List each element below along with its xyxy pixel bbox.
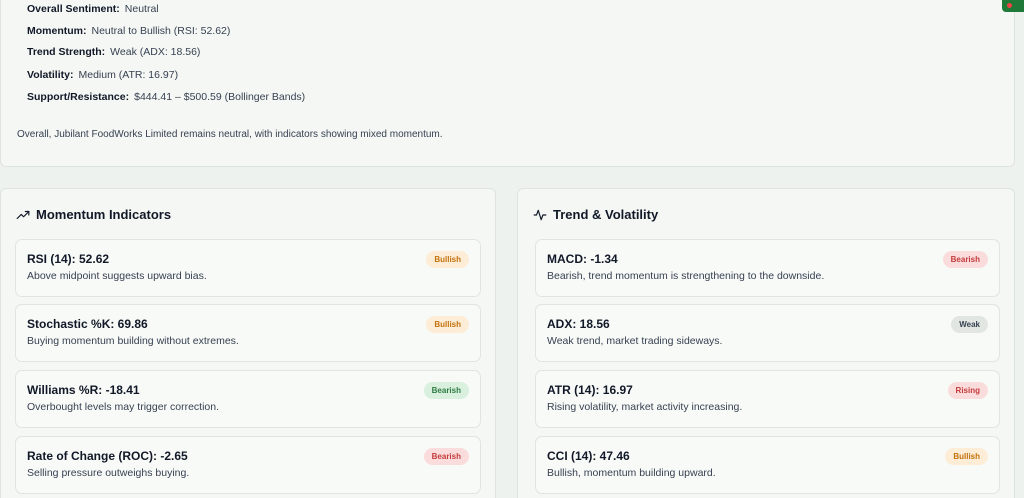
status-badge: Bearish — [423, 448, 469, 465]
overall-sentiment-label: Overall Sentiment: — [27, 3, 120, 15]
momentum-value: Neutral to Bullish (RSI: 52.62) — [91, 25, 231, 37]
trend-strength-line: Trend Strength: Weak (ADX: 18.56) — [27, 46, 200, 58]
indicator-description: Buying momentum building without extreme… — [27, 335, 239, 347]
notification-badge[interactable] — [1002, 0, 1024, 12]
volatility-line: Volatility: Medium (ATR: 16.97) — [27, 69, 178, 81]
trend-strength-label: Trend Strength: — [27, 46, 106, 58]
indicator-card-rsi: RSI (14): 52.62 Above midpoint suggests … — [15, 239, 481, 297]
indicator-name: Williams %R: -18.41 — [27, 383, 140, 397]
sentiment-summary-card: Overall Sentiment: Neutral Momentum: Neutr… — [0, 0, 1015, 167]
trending-up-icon — [16, 210, 30, 219]
indicator-name: MACD: -1.34 — [547, 252, 618, 266]
trend-volatility-panel: Trend & Volatility MACD: -1.34 Bearish, … — [517, 188, 1015, 498]
status-badge: Bearish — [942, 251, 988, 268]
trend-strength-value: Weak (ADX: 18.56) — [110, 46, 201, 58]
indicator-card-adx: ADX: 18.56 Weak trend, market trading si… — [535, 304, 1000, 362]
momentum-panel-header: Momentum Indicators — [16, 207, 171, 222]
momentum-line: Momentum: Neutral to Bullish (RSI: 52.62) — [27, 25, 230, 37]
alert-dot-icon — [1007, 3, 1012, 8]
indicator-card-stochastic: Stochastic %K: 69.86 Buying momentum bui… — [15, 304, 481, 362]
indicator-name: CCI (14): 47.46 — [547, 449, 630, 463]
indicator-name: ATR (14): 16.97 — [547, 383, 633, 397]
summary-note: Overall, Jubilant FoodWorks Limited rema… — [17, 129, 443, 140]
indicator-description: Above midpoint suggests upward bias. — [27, 270, 207, 282]
indicator-card-atr: ATR (14): 16.97 Rising volatility, marke… — [535, 370, 1000, 428]
support-resistance-value: $444.41 – $500.59 (Bollinger Bands) — [134, 91, 306, 103]
trend-panel-title: Trend & Volatility — [553, 207, 659, 222]
indicator-card-macd: MACD: -1.34 Bearish, trend momentum is s… — [535, 239, 1000, 297]
indicator-name: RSI (14): 52.62 — [27, 252, 110, 266]
status-badge: Bullish — [945, 448, 988, 465]
support-resistance-label: Support/Resistance: — [27, 91, 130, 103]
momentum-panel-title: Momentum Indicators — [36, 207, 172, 222]
indicator-name: ADX: 18.56 — [547, 317, 610, 331]
volatility-value: Medium (ATR: 16.97) — [78, 69, 179, 81]
momentum-label: Momentum: — [27, 25, 87, 37]
overall-sentiment-value: Neutral — [124, 3, 159, 15]
momentum-indicators-panel: Momentum Indicators RSI (14): 52.62 Abov… — [0, 188, 496, 498]
overall-sentiment-line: Overall Sentiment: Neutral — [27, 3, 159, 15]
indicator-description: Weak trend, market trading sideways. — [547, 335, 723, 347]
indicator-description: Overbought levels may trigger correction… — [27, 401, 219, 413]
status-badge: Bullish — [426, 251, 469, 268]
indicator-name: Stochastic %K: 69.86 — [27, 317, 148, 331]
trend-panel-header: Trend & Volatility — [533, 207, 658, 222]
status-badge: Bearish — [423, 382, 469, 399]
indicator-card-cci: CCI (14): 47.46 Bullish, momentum buildi… — [535, 436, 1000, 494]
indicator-description: Bearish, trend momentum is strengthening… — [547, 270, 825, 282]
support-resistance-line: Support/Resistance: $444.41 – $500.59 (Bo… — [27, 91, 305, 103]
indicator-card-roc: Rate of Change (ROC): -2.65 Selling pres… — [15, 436, 481, 494]
status-badge: Rising — [947, 382, 988, 399]
activity-icon — [533, 209, 547, 220]
volatility-label: Volatility: — [27, 69, 74, 81]
indicator-name: Rate of Change (ROC): -2.65 — [27, 449, 188, 463]
indicator-description: Rising volatility, market activity incre… — [547, 401, 743, 413]
indicator-description: Bullish, momentum building upward. — [547, 467, 716, 479]
indicator-description: Selling pressure outweighs buying. — [27, 467, 190, 479]
status-badge: Bullish — [426, 316, 469, 333]
status-badge: Weak — [951, 316, 988, 333]
indicator-card-williams: Williams %R: -18.41 Overbought levels ma… — [15, 370, 481, 428]
